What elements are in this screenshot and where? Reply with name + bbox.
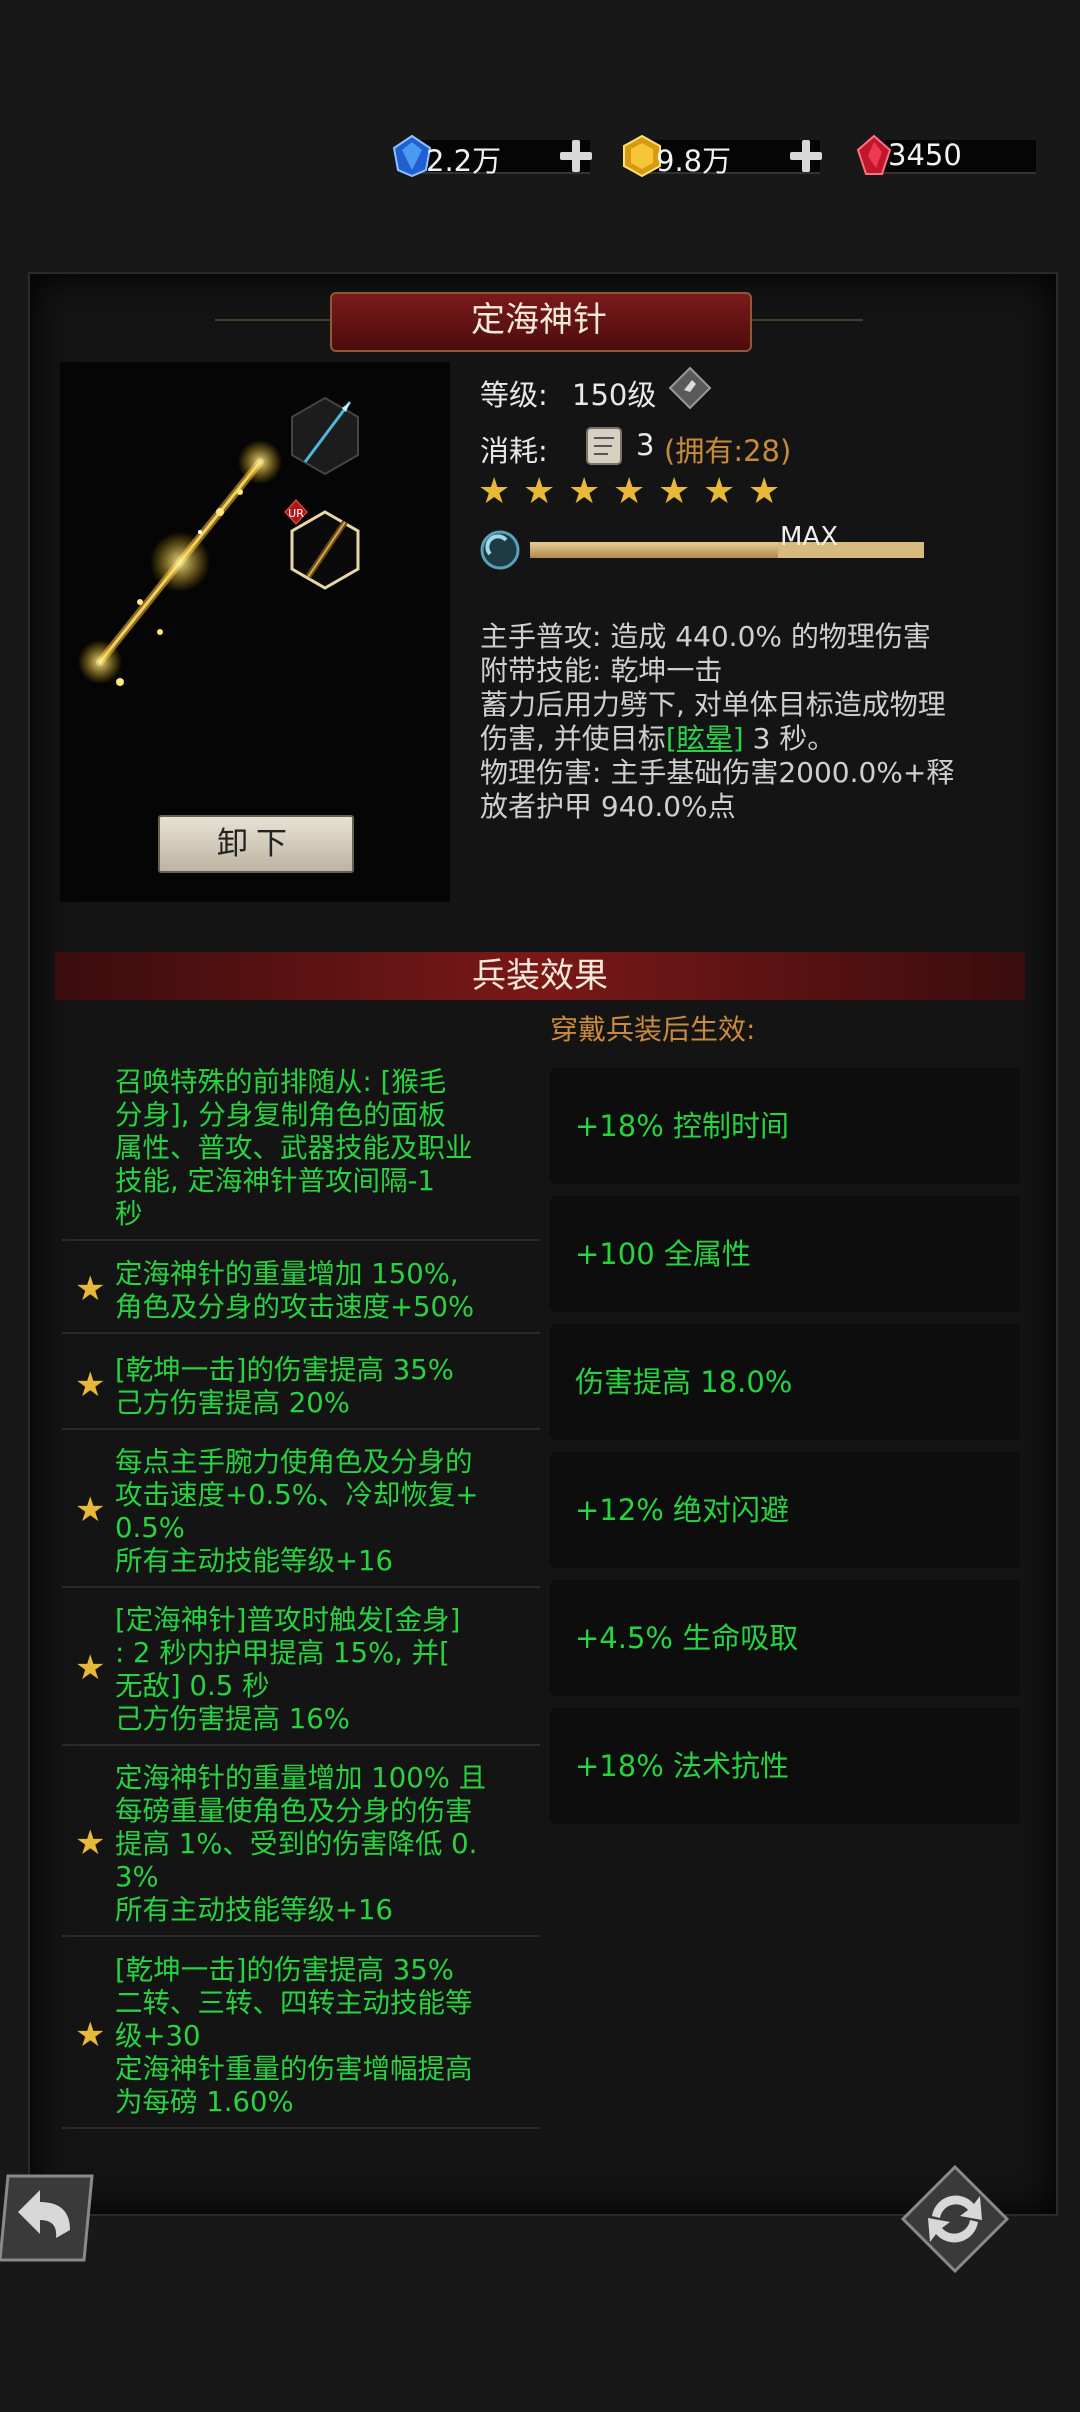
effect-divider	[62, 1332, 540, 1334]
level-info-icon[interactable]	[668, 366, 712, 410]
item-title: 定海神针	[471, 300, 607, 340]
effect-star-icon: ★	[75, 1648, 106, 1688]
effect-divider	[62, 1239, 540, 1241]
star-icon: ★	[748, 471, 781, 512]
effect-line: 0.5%	[115, 1512, 185, 1544]
effect-star-icon: ★	[75, 1490, 106, 1530]
add-gold-gem-button[interactable]	[788, 138, 824, 174]
effect-line: 为每磅 1.60%	[115, 2086, 294, 2118]
cost-owned: (拥有:28)	[664, 434, 792, 468]
star-icon: ★	[658, 471, 691, 512]
effect-line: [乾坤一击]的伤害提高 35%	[115, 1954, 454, 1986]
bonus-text: +12% 绝对闪避	[575, 1493, 789, 1527]
cost-amount: 3	[636, 428, 655, 462]
effect-divider	[62, 1935, 540, 1937]
desc-line-4a: 伤害, 并使目标	[480, 722, 666, 755]
effect-line: 每点主手腕力使角色及分身的	[115, 1446, 473, 1478]
effect-line: 己方伤害提高 20%	[115, 1387, 350, 1419]
effect-line: 技能, 定海神针普攻间隔-1	[115, 1165, 435, 1197]
bonus-text: +18% 法术抗性	[575, 1749, 789, 1783]
bonus-row: +12% 绝对闪避	[550, 1452, 1020, 1568]
cost-label: 消耗:	[480, 434, 548, 468]
effects-title: 兵装效果	[472, 956, 608, 996]
bonus-text: +4.5% 生命吸取	[575, 1621, 799, 1655]
desc-line-6: 放者护甲 940.0%点	[480, 790, 736, 823]
desc-line-4: 伤害, 并使目标[眩晕] 3 秒。	[480, 722, 835, 756]
progress-label: MAX	[780, 522, 839, 552]
effect-line: [定海神针]普攻时触发[金身]	[115, 1604, 461, 1636]
effect-divider	[62, 2127, 540, 2129]
currency-red-gem: 3450	[852, 134, 1042, 178]
level-label: 等级:	[480, 378, 548, 412]
bonus-row: +4.5% 生命吸取	[550, 1580, 1020, 1696]
effect-divider	[62, 1586, 540, 1588]
effect-line: 3%	[115, 1861, 159, 1893]
effect-star-icon: ★	[75, 1822, 106, 1863]
stun-link[interactable]: [眩晕]	[666, 722, 744, 755]
effect-line: 角色及分身的攻击速度+50%	[115, 1291, 475, 1323]
effect-line: 级+30	[115, 2020, 201, 2052]
effect-line: 所有主动技能等级+16	[115, 1545, 394, 1577]
effect-line: 无敌] 0.5 秒	[115, 1670, 270, 1702]
desc-line-5: 物理伤害: 主手基础伤害2000.0%+释	[480, 756, 955, 789]
bonus-text: 伤害提高 18.0%	[575, 1365, 793, 1399]
scroll-material-icon	[586, 427, 622, 465]
star-icon: ★	[523, 471, 556, 512]
effect-line: 秒	[115, 1198, 143, 1230]
effect-line: 定海神针的重量增加 150%,	[115, 1258, 459, 1290]
effect-line: 所有主动技能等级+16	[115, 1894, 394, 1926]
progress-fill	[530, 542, 778, 558]
star-icon: ★	[568, 471, 601, 512]
refresh-button[interactable]	[900, 2164, 1010, 2274]
bonus-row: 伤害提高 18.0%	[550, 1324, 1020, 1440]
blue-gem-value: 2.2万	[426, 144, 502, 178]
awaken-icon	[480, 530, 520, 570]
bonus-text: +18% 控制时间	[575, 1109, 789, 1143]
bonus-row: +18% 法术抗性	[550, 1708, 1020, 1824]
effect-divider	[62, 1744, 540, 1746]
effect-line: 每磅重量使角色及分身的伤害	[115, 1795, 473, 1827]
gold-gem-value: 9.8万	[656, 144, 732, 178]
effect-line: 定海神针重量的伤害增幅提高	[115, 2053, 473, 2085]
desc-line-1: 主手普攻: 造成 440.0% 的物理伤害	[480, 620, 931, 653]
title-divider-left	[215, 319, 330, 321]
red-gem-value: 3450	[888, 138, 962, 172]
effect-star-icon: ★	[75, 2014, 106, 2055]
rarity-badge: UR	[288, 507, 304, 520]
effect-line: [乾坤一击]的伤害提高 35%	[115, 1354, 454, 1386]
desc-line-3: 蓄力后用力劈下, 对单体目标造成物理	[480, 688, 946, 721]
effect-line: : 2 秒内护甲提高 15%, 并[	[115, 1637, 450, 1669]
title-divider-right	[748, 319, 863, 321]
effect-divider	[62, 1428, 540, 1430]
star-icon: ★	[613, 471, 646, 512]
desc-line-4c: 3 秒。	[743, 722, 836, 755]
bonus-row: +100 全属性	[550, 1196, 1020, 1312]
back-button[interactable]	[0, 2168, 100, 2268]
effect-line: 定海神针的重量增加 100% 且	[115, 1762, 487, 1794]
wear-note: 穿戴兵装后生效:	[550, 1013, 756, 1046]
star-icon: ★	[703, 471, 736, 512]
effect-line: 分身], 分身复制角色的面板	[115, 1099, 446, 1131]
effect-line: 己方伤害提高 16%	[115, 1703, 350, 1735]
effect-line: 属性、普攻、武器技能及职业	[115, 1132, 473, 1164]
bonus-text: +100 全属性	[575, 1237, 751, 1271]
bonus-row: +18% 控制时间	[550, 1068, 1020, 1184]
effect-line: 提高 1%、受到的伤害降低 0.	[115, 1828, 478, 1860]
effect-star-icon: ★	[75, 1365, 106, 1405]
effect-line: 二转、三转、四转主动技能等	[115, 1987, 473, 2019]
add-blue-gem-button[interactable]	[558, 138, 594, 174]
star-icon: ★	[478, 471, 511, 512]
effect-line: 召唤特殊的前排随从: [猴毛	[115, 1066, 447, 1098]
level-value: 150级	[572, 378, 657, 412]
effect-star-icon: ★	[75, 1269, 106, 1309]
desc-line-2: 附带技能: 乾坤一击	[480, 654, 723, 687]
unequip-button[interactable]: 卸下	[158, 815, 354, 873]
effect-line: 攻击速度+0.5%、冷却恢复+	[115, 1479, 479, 1511]
